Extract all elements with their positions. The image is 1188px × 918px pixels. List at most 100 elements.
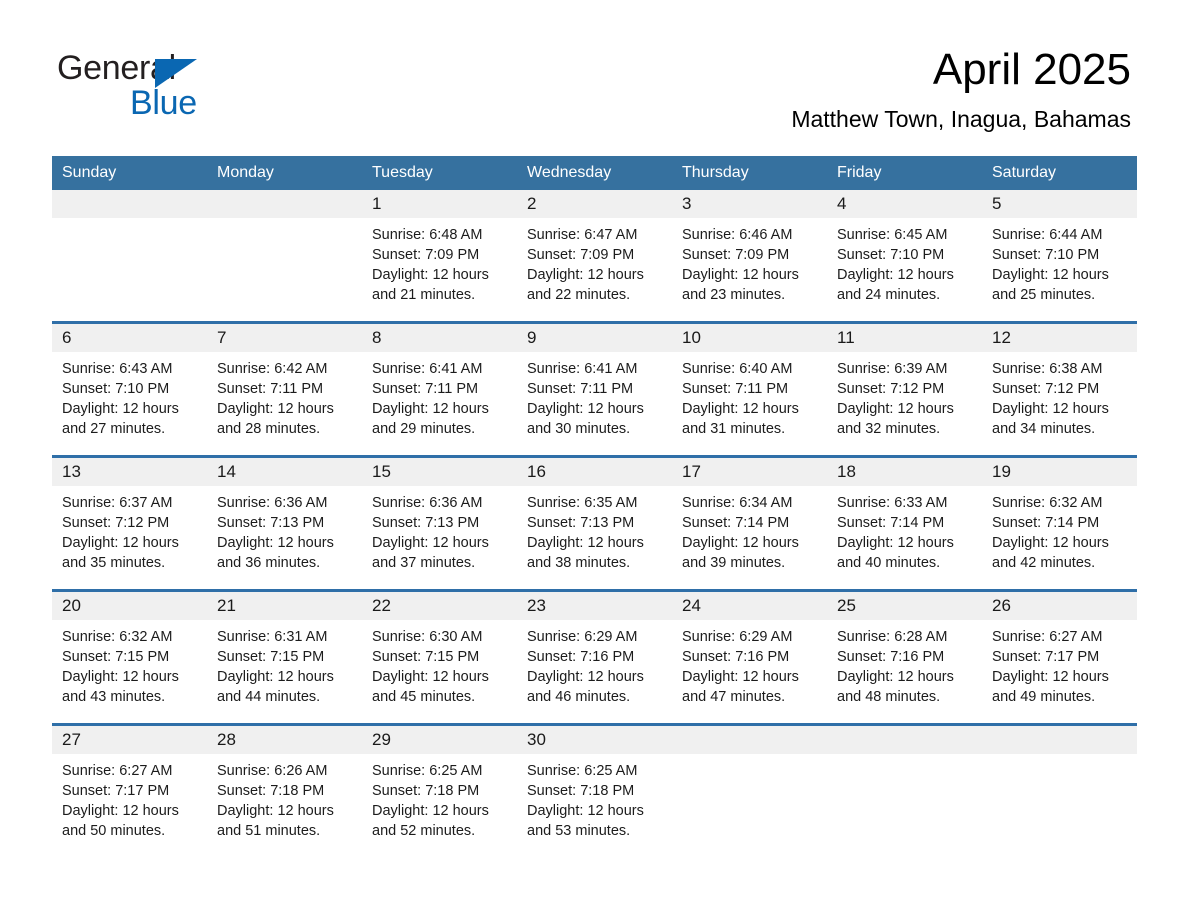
daylight-text-line1: Daylight: 12 hours <box>837 401 954 417</box>
sunset-text: Sunset: 7:09 PM <box>527 247 635 263</box>
day-details: Sunrise: 6:43 AM Sunset: 7:10 PM Dayligh… <box>52 352 207 439</box>
daylight-text-line2: and 39 minutes. <box>682 555 786 571</box>
daylight-text-line2: and 52 minutes. <box>372 823 476 839</box>
day-details: Sunrise: 6:32 AM Sunset: 7:14 PM Dayligh… <box>982 486 1137 573</box>
day-details: Sunrise: 6:32 AM Sunset: 7:15 PM Dayligh… <box>52 620 207 707</box>
day-cell[interactable]: 4 Sunrise: 6:45 AM Sunset: 7:10 PM Dayli… <box>827 190 982 323</box>
day-cell[interactable]: 22 Sunrise: 6:30 AM Sunset: 7:15 PM Dayl… <box>362 589 517 725</box>
day-number <box>52 190 207 218</box>
day-number <box>982 726 1137 754</box>
daylight-text-line2: and 51 minutes. <box>217 823 321 839</box>
sunset-text: Sunset: 7:16 PM <box>527 649 635 665</box>
calendar-week-row: 13 Sunrise: 6:37 AM Sunset: 7:12 PM Dayl… <box>52 455 1137 591</box>
day-cell[interactable]: 9 Sunrise: 6:41 AM Sunset: 7:11 PM Dayli… <box>517 321 672 457</box>
day-cell[interactable]: 23 Sunrise: 6:29 AM Sunset: 7:16 PM Dayl… <box>517 589 672 725</box>
day-cell[interactable]: 20 Sunrise: 6:32 AM Sunset: 7:15 PM Dayl… <box>52 589 207 725</box>
day-number: 3 <box>672 190 827 218</box>
daylight-text-line1: Daylight: 12 hours <box>372 669 489 685</box>
day-cell[interactable]: 5 Sunrise: 6:44 AM Sunset: 7:10 PM Dayli… <box>982 190 1137 323</box>
day-details: Sunrise: 6:45 AM Sunset: 7:10 PM Dayligh… <box>827 218 982 305</box>
daylight-text-line2: and 22 minutes. <box>527 287 631 303</box>
day-cell[interactable]: 29 Sunrise: 6:25 AM Sunset: 7:18 PM Dayl… <box>362 723 517 857</box>
day-cell[interactable]: 1 Sunrise: 6:48 AM Sunset: 7:09 PM Dayli… <box>362 190 517 323</box>
day-details <box>207 218 362 225</box>
sunset-text: Sunset: 7:12 PM <box>837 381 945 397</box>
day-cell[interactable]: 30 Sunrise: 6:25 AM Sunset: 7:18 PM Dayl… <box>517 723 672 857</box>
day-number: 28 <box>207 726 362 754</box>
day-cell[interactable]: 11 Sunrise: 6:39 AM Sunset: 7:12 PM Dayl… <box>827 321 982 457</box>
day-cell[interactable]: 15 Sunrise: 6:36 AM Sunset: 7:13 PM Dayl… <box>362 455 517 591</box>
day-cell[interactable]: 13 Sunrise: 6:37 AM Sunset: 7:12 PM Dayl… <box>52 455 207 591</box>
day-cell[interactable]: 26 Sunrise: 6:27 AM Sunset: 7:17 PM Dayl… <box>982 589 1137 725</box>
day-cell[interactable]: 24 Sunrise: 6:29 AM Sunset: 7:16 PM Dayl… <box>672 589 827 725</box>
day-number: 18 <box>827 458 982 486</box>
sunrise-text: Sunrise: 6:41 AM <box>372 361 483 377</box>
daylight-text-line2: and 44 minutes. <box>217 689 321 705</box>
sunrise-text: Sunrise: 6:30 AM <box>372 629 483 645</box>
daylight-text-line2: and 23 minutes. <box>682 287 786 303</box>
sunrise-text: Sunrise: 6:39 AM <box>837 361 948 377</box>
day-cell[interactable]: 14 Sunrise: 6:36 AM Sunset: 7:13 PM Dayl… <box>207 455 362 591</box>
day-number: 16 <box>517 458 672 486</box>
sunrise-text: Sunrise: 6:44 AM <box>992 227 1103 243</box>
daylight-text-line1: Daylight: 12 hours <box>682 669 799 685</box>
daylight-text-line2: and 48 minutes. <box>837 689 941 705</box>
weekday-header-friday: Friday <box>827 156 982 190</box>
day-details: Sunrise: 6:26 AM Sunset: 7:18 PM Dayligh… <box>207 754 362 841</box>
sunset-text: Sunset: 7:11 PM <box>682 381 789 397</box>
daylight-text-line2: and 32 minutes. <box>837 421 941 437</box>
day-cell[interactable]: 16 Sunrise: 6:35 AM Sunset: 7:13 PM Dayl… <box>517 455 672 591</box>
day-cell[interactable]: 27 Sunrise: 6:27 AM Sunset: 7:17 PM Dayl… <box>52 723 207 857</box>
sunset-text: Sunset: 7:18 PM <box>217 783 325 799</box>
daylight-text-line1: Daylight: 12 hours <box>217 535 334 551</box>
day-cell[interactable] <box>52 190 207 323</box>
day-cell[interactable]: 18 Sunrise: 6:33 AM Sunset: 7:14 PM Dayl… <box>827 455 982 591</box>
day-details: Sunrise: 6:44 AM Sunset: 7:10 PM Dayligh… <box>982 218 1137 305</box>
sunrise-text: Sunrise: 6:26 AM <box>217 763 328 779</box>
sunrise-text: Sunrise: 6:38 AM <box>992 361 1103 377</box>
daylight-text-line2: and 34 minutes. <box>992 421 1096 437</box>
daylight-text-line2: and 27 minutes. <box>62 421 166 437</box>
daylight-text-line1: Daylight: 12 hours <box>527 803 644 819</box>
day-cell[interactable]: 6 Sunrise: 6:43 AM Sunset: 7:10 PM Dayli… <box>52 321 207 457</box>
sunrise-text: Sunrise: 6:36 AM <box>217 495 328 511</box>
day-cell[interactable]: 10 Sunrise: 6:40 AM Sunset: 7:11 PM Dayl… <box>672 321 827 457</box>
day-cell[interactable]: 8 Sunrise: 6:41 AM Sunset: 7:11 PM Dayli… <box>362 321 517 457</box>
sunrise-text: Sunrise: 6:33 AM <box>837 495 948 511</box>
calendar-page: General Blue April 2025 Matthew Town, In… <box>0 0 1188 918</box>
day-cell[interactable]: 21 Sunrise: 6:31 AM Sunset: 7:15 PM Dayl… <box>207 589 362 725</box>
sunrise-text: Sunrise: 6:29 AM <box>682 629 793 645</box>
day-cell[interactable]: 7 Sunrise: 6:42 AM Sunset: 7:11 PM Dayli… <box>207 321 362 457</box>
day-number: 13 <box>52 458 207 486</box>
day-number: 15 <box>362 458 517 486</box>
day-cell[interactable] <box>672 723 827 857</box>
weekday-header-saturday: Saturday <box>982 156 1137 190</box>
day-details: Sunrise: 6:42 AM Sunset: 7:11 PM Dayligh… <box>207 352 362 439</box>
day-cell[interactable]: 25 Sunrise: 6:28 AM Sunset: 7:16 PM Dayl… <box>827 589 982 725</box>
daylight-text-line1: Daylight: 12 hours <box>62 535 179 551</box>
sunset-text: Sunset: 7:11 PM <box>527 381 634 397</box>
day-cell[interactable]: 17 Sunrise: 6:34 AM Sunset: 7:14 PM Dayl… <box>672 455 827 591</box>
day-cell[interactable]: 2 Sunrise: 6:47 AM Sunset: 7:09 PM Dayli… <box>517 190 672 323</box>
day-cell[interactable]: 28 Sunrise: 6:26 AM Sunset: 7:18 PM Dayl… <box>207 723 362 857</box>
day-number <box>827 726 982 754</box>
day-cell[interactable]: 12 Sunrise: 6:38 AM Sunset: 7:12 PM Dayl… <box>982 321 1137 457</box>
day-cell[interactable] <box>207 190 362 323</box>
sunset-text: Sunset: 7:15 PM <box>372 649 480 665</box>
day-cell[interactable] <box>982 723 1137 857</box>
day-details: Sunrise: 6:35 AM Sunset: 7:13 PM Dayligh… <box>517 486 672 573</box>
sunrise-text: Sunrise: 6:35 AM <box>527 495 638 511</box>
day-cell[interactable]: 19 Sunrise: 6:32 AM Sunset: 7:14 PM Dayl… <box>982 455 1137 591</box>
day-details: Sunrise: 6:30 AM Sunset: 7:15 PM Dayligh… <box>362 620 517 707</box>
sunrise-text: Sunrise: 6:25 AM <box>372 763 483 779</box>
day-cell[interactable]: 3 Sunrise: 6:46 AM Sunset: 7:09 PM Dayli… <box>672 190 827 323</box>
daylight-text-line1: Daylight: 12 hours <box>527 267 644 283</box>
sunrise-text: Sunrise: 6:43 AM <box>62 361 173 377</box>
generalblue-logo[interactable]: General Blue <box>57 48 257 122</box>
sunset-text: Sunset: 7:11 PM <box>217 381 324 397</box>
day-number: 25 <box>827 592 982 620</box>
sunset-text: Sunset: 7:14 PM <box>992 515 1100 531</box>
sunrise-text: Sunrise: 6:32 AM <box>992 495 1103 511</box>
daylight-text-line2: and 43 minutes. <box>62 689 166 705</box>
day-cell[interactable] <box>827 723 982 857</box>
